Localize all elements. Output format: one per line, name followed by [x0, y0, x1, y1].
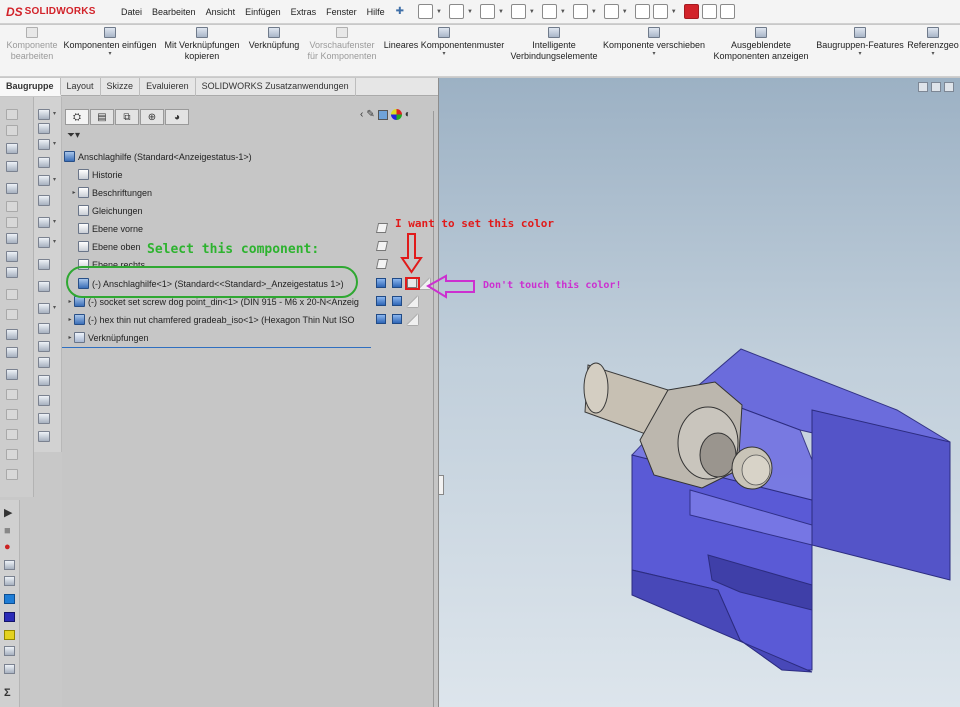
annotation-want-color: I want to set this color — [395, 217, 554, 230]
annotation-dont-touch: Don't touch this color! — [483, 280, 622, 291]
annotation-select-component: Select this component: — [147, 242, 320, 257]
model-anschlaghilfe[interactable] — [583, 348, 951, 673]
overlay-graphics — [400, 233, 951, 673]
highlight-oval-selected-component — [66, 266, 358, 298]
red-down-arrow — [400, 233, 423, 274]
magenta-left-arrow — [426, 274, 475, 299]
highlight-box-appearance-swatch — [405, 277, 420, 290]
